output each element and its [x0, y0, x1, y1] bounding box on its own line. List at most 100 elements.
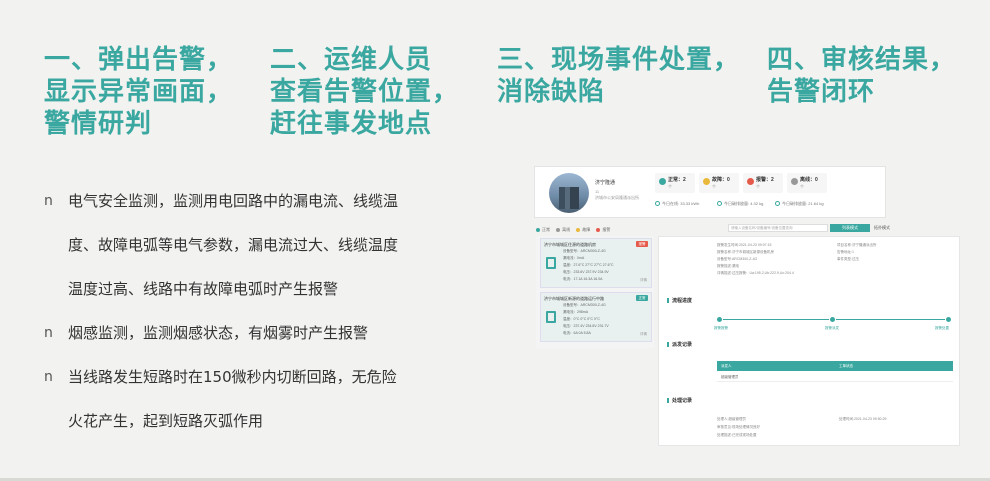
status-badge: 报警 [636, 241, 648, 247]
step-heading-2: 二、运维人员 查看告警位置， 赶往事发地点 [270, 44, 459, 140]
stat-normal[interactable]: 正常：2 个 [655, 173, 695, 193]
info-line: 报警发生时间:2021-04-23 09:07:15 [717, 243, 772, 247]
progress-node-icon [829, 316, 836, 323]
progress-label: 报警派发 [825, 326, 839, 330]
legend-dot-icon [576, 227, 581, 232]
status-dot-icon [659, 178, 666, 185]
step-heading-4: 四、审核结果， 告警闭环 [767, 44, 956, 108]
info-line: 告警地址:1 [837, 250, 854, 254]
legend-dot-icon [596, 227, 601, 232]
monitoring-app-screenshot: 济宁隆通 11 济城市公安局隆通派出所 正常：2 个 故障：0 个 报警：2 个… [534, 166, 962, 448]
meter-device-icon [546, 311, 556, 323]
metric-online: 今日在线: 33.33 kWh [655, 201, 699, 207]
heading-line: 三、现场事件处置， [497, 45, 741, 75]
site-photo [549, 173, 589, 213]
heading-line: 显示异常画面， [44, 77, 234, 107]
device-field: 电流：17.1A 16.3A 16.0A [563, 277, 603, 281]
section-title-dispatch: 派发记录 [667, 341, 692, 348]
stat-unit: 个 [800, 184, 804, 189]
metric-carbon-2: 今日碳排放量: 21.64 kg [775, 201, 824, 207]
dispatch-table-header: 派发人 工单状态 [717, 361, 953, 371]
feature-text: 烟感监测，监测烟感状态，有烟雾时产生报警 [68, 318, 484, 348]
device-field: 设备型号：ARCM300-Z-4G [563, 249, 606, 253]
topology-mode-button[interactable]: 拓扑模式 [874, 224, 890, 232]
device-field: 温度：0°C 0°C 0°C 0°C [563, 317, 600, 321]
feature-line: 温度过高、线路中有故障电弧时产生报警 [68, 280, 339, 298]
site-name: 济宁隆通 [595, 180, 616, 186]
feature-item: n 烟感监测，监测烟感状态，有烟雾时产生报警 [44, 318, 484, 348]
info-line: 项目名称:济宁隆通派出所 [837, 243, 877, 247]
legend-dot-icon [536, 227, 540, 232]
device-field: 温度：27.6°C 27°C 27°C 27.6°C [563, 263, 614, 267]
info-line: 审核意见:现场处理情况良好 [717, 425, 760, 429]
status-legend: 正常 离线 故障 报警 [536, 227, 615, 233]
metric-carbon-1: 今日碳排放量: 4.32 kg [717, 201, 763, 207]
progress-node-icon [945, 316, 952, 323]
progress-label: 报警处置 [935, 326, 949, 330]
meter-icon [775, 201, 780, 207]
site-summary-card: 济宁隆通 11 济城市公安局隆通派出所 正常：2 个 故障：0 个 报警：2 个… [534, 166, 886, 218]
status-dot-icon [703, 178, 710, 185]
metric-text: 今日在线: 33.33 kWh [662, 201, 700, 206]
device-field: 电压：233.6V 237.9V 234.9V [563, 270, 609, 274]
legend-label: 故障 [582, 227, 591, 232]
device-card[interactable]: 济宁市城城区住源的道路机房 报警 设备型号：ARCM300-Z-4G 漏电流：0… [540, 238, 652, 288]
meter-icon [717, 201, 722, 207]
info-line: 报警描述:漏电 [717, 264, 739, 268]
alarm-detail-panel: 报警发生时间:2021-04-23 09:07:15 报警名称:济宁市城城区新源… [658, 236, 960, 446]
progress-label: 报警报警 [714, 326, 728, 330]
detail-link[interactable]: 详情 [640, 332, 647, 337]
detail-link[interactable]: 详情 [640, 278, 647, 283]
device-field: 设备型号：ARCM300-Z-4G [563, 303, 606, 307]
stat-label: 报警：2 [756, 177, 774, 183]
heading-line: 赶往事发地点 [270, 109, 433, 139]
feature-item: n 当线路发生短路时在150微秒内切断回路，无危险 火花产生，起到短路灭弧作用 [44, 362, 484, 436]
section-title-progress: 流程进度 [667, 297, 692, 304]
info-line: 处理描述:已完成现场处置 [717, 433, 757, 437]
column-header: 工单状态 [839, 364, 853, 368]
legend-item: 离线 [556, 227, 570, 232]
heading-line: 查看告警位置， [270, 77, 460, 107]
list-mode-button[interactable]: 列表模式 [830, 224, 870, 232]
step-heading-1: 一、弹出告警， 显示异常画面， 警情研判 [44, 44, 233, 140]
site-address: 济城市公安局隆通派出所 [595, 195, 639, 200]
feature-text: 当线路发生短路时在150微秒内切断回路，无危险 火花产生，起到短路灭弧作用 [68, 362, 484, 436]
metric-text: 今日碳排放量: 21.64 kg [782, 201, 824, 206]
legend-item: 报警 [596, 227, 610, 232]
progress-node-icon [716, 316, 723, 323]
feature-line: 度、故障电弧等电气参数，漏电流过大、线缆温度 [68, 236, 399, 254]
legend-label: 离线 [562, 227, 571, 232]
heading-line: 一、弹出告警， [44, 45, 234, 75]
table-row: 超级管理员 [717, 372, 953, 382]
bullet-mark: n [44, 325, 53, 341]
device-field: 漏电流：298mA [563, 310, 589, 314]
device-field: 电压：237.4V 234.8V 231.7V [563, 324, 609, 328]
device-search-input[interactable]: 请输入设备名称/设备编号/设备位置查询 [728, 224, 828, 232]
column-header: 派发人 [721, 364, 732, 368]
bullet-mark: n [44, 369, 53, 385]
legend-label: 报警 [602, 227, 611, 232]
heading-line: 二、运维人员 [270, 45, 433, 75]
stat-label: 故障：0 [712, 177, 730, 183]
stat-offline[interactable]: 离线：0 个 [787, 173, 827, 193]
status-badge: 正常 [636, 295, 648, 301]
stat-unit: 个 [712, 184, 716, 189]
legend-dot-icon [556, 227, 561, 232]
legend-item: 故障 [576, 227, 590, 232]
bullet-mark: n [44, 193, 53, 209]
info-line: 事件类型:过压 [837, 257, 859, 261]
feature-text: 电气安全监测，监测用电回路中的漏电流、线缆温 度、故障电弧等电气参数，漏电流过大… [68, 186, 484, 304]
meter-device-icon [546, 257, 556, 269]
section-title-handle: 处理记录 [667, 397, 692, 404]
heading-line: 告警闭环 [767, 77, 876, 107]
device-card[interactable]: 济宁市城城区新源的道路运行中路 正常 设备型号：ARCM300-Z-4G 漏电流… [540, 292, 652, 342]
metric-text: 今日碳排放量: 4.32 kg [724, 201, 764, 206]
info-line: 详情描述:过压报警：Ua:195.2,Ub:222.9,Uc:204.4 [717, 271, 794, 275]
info-line: 设备型号:ARCM300-Z-4G [717, 257, 758, 261]
feature-line: 当线路发生短路时在150微秒内切断回路，无危险 [68, 368, 397, 386]
stat-fault[interactable]: 故障：0 个 [699, 173, 739, 193]
stat-alarm[interactable]: 报警：2 个 [743, 173, 783, 193]
info-line: 处理时间:2021-04-23 09:50:29 [839, 417, 887, 421]
heading-line: 四、审核结果， [767, 45, 957, 75]
info-line: 报警名称:济宁市城城区新源设备机房 [717, 250, 774, 254]
